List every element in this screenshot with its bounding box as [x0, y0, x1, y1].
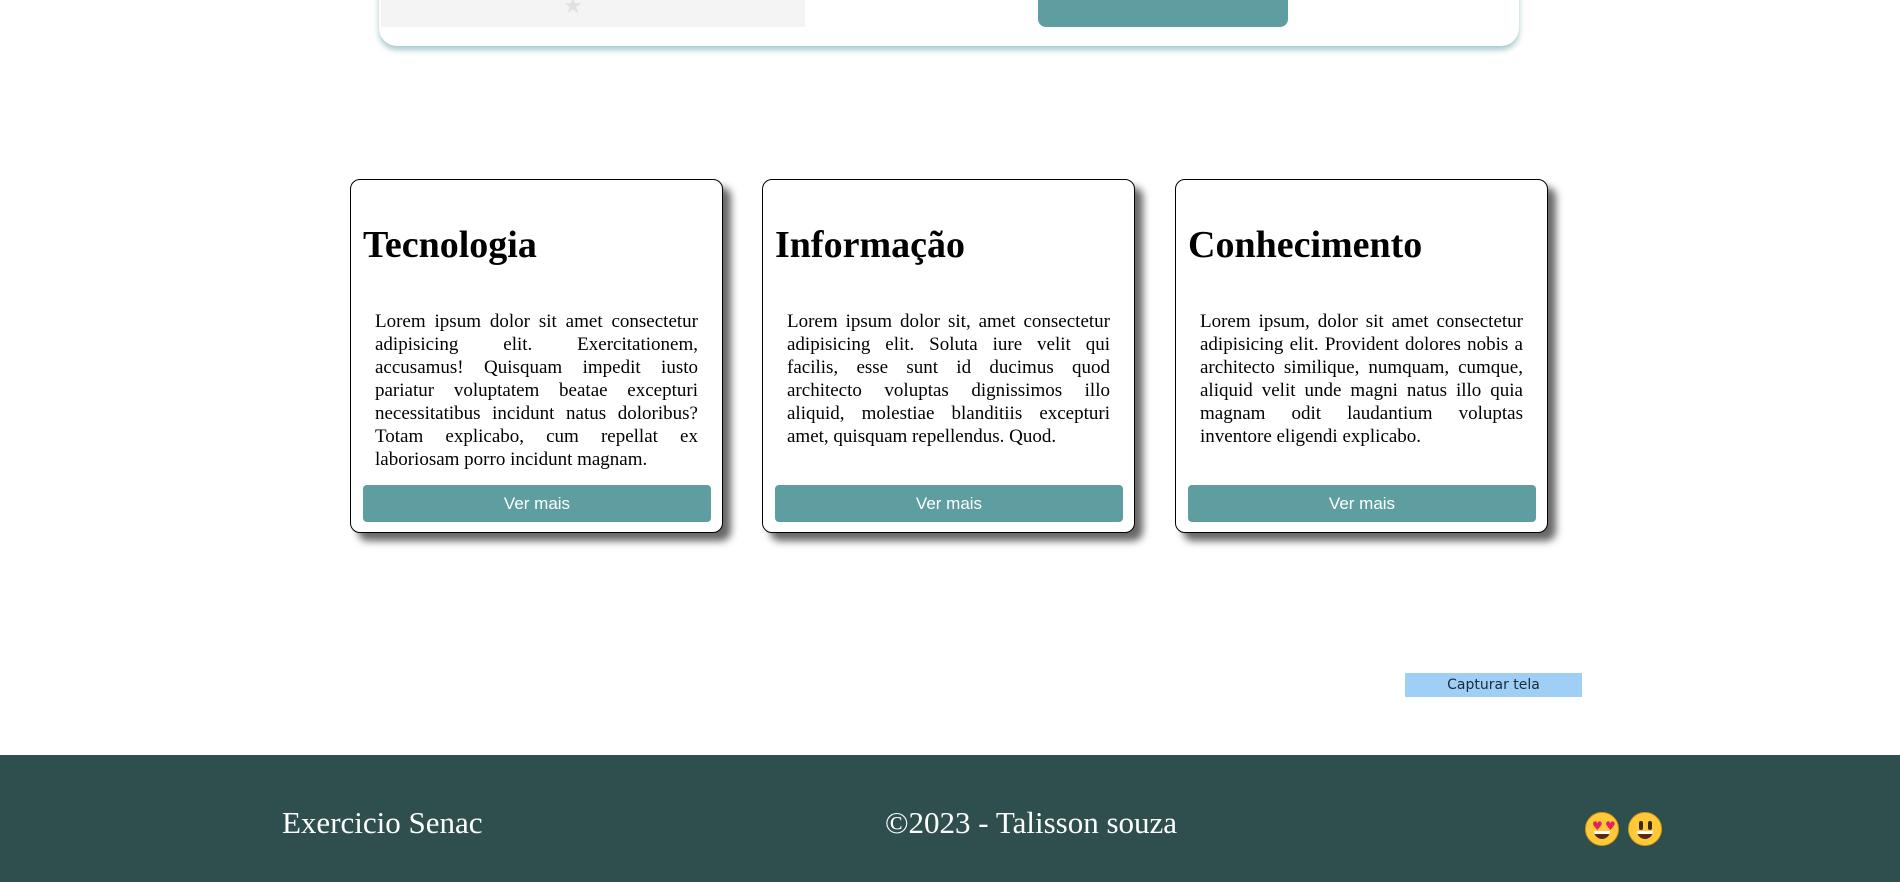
card-text: Lorem ipsum dolor sit amet consectetur a… [375, 311, 698, 470]
ver-mais-button[interactable]: Ver mais [1188, 485, 1536, 522]
form-panel: ★ [379, 0, 1519, 46]
card-text: Lorem ipsum, dolor sit amet consectetur … [1200, 311, 1523, 447]
card-title: Informação [775, 224, 965, 266]
form-submit-button[interactable] [1038, 0, 1288, 27]
card-title: Tecnologia [363, 224, 537, 266]
card-informacao: Informação Lorem ipsum dolor sit, amet c… [762, 179, 1135, 533]
grinning-emoji-icon [1628, 812, 1662, 846]
capture-screen-button[interactable]: Capturar tela [1405, 673, 1582, 697]
footer-copyright: ©2023 - Talisson souza [885, 805, 1178, 840]
card-text: Lorem ipsum dolor sit, amet consectetur … [787, 311, 1110, 447]
heart-eyes-emoji-icon: ♥ ♥ [1585, 812, 1619, 846]
star-icon: ★ [563, 0, 583, 19]
card-title: Conhecimento [1188, 224, 1423, 266]
card-tecnologia: Tecnologia Lorem ipsum dolor sit amet co… [350, 179, 723, 533]
page-scrollbar[interactable] [1883, 0, 1900, 755]
card-conhecimento: Conhecimento Lorem ipsum, dolor sit amet… [1175, 179, 1548, 533]
ver-mais-button[interactable]: Ver mais [363, 485, 711, 522]
ver-mais-button[interactable]: Ver mais [775, 485, 1123, 522]
footer-brand: Exercicio Senac [282, 805, 483, 840]
image-placeholder: ★ [381, 0, 805, 27]
footer: Exercicio Senac ©2023 - Talisson souza ♥… [0, 755, 1900, 882]
